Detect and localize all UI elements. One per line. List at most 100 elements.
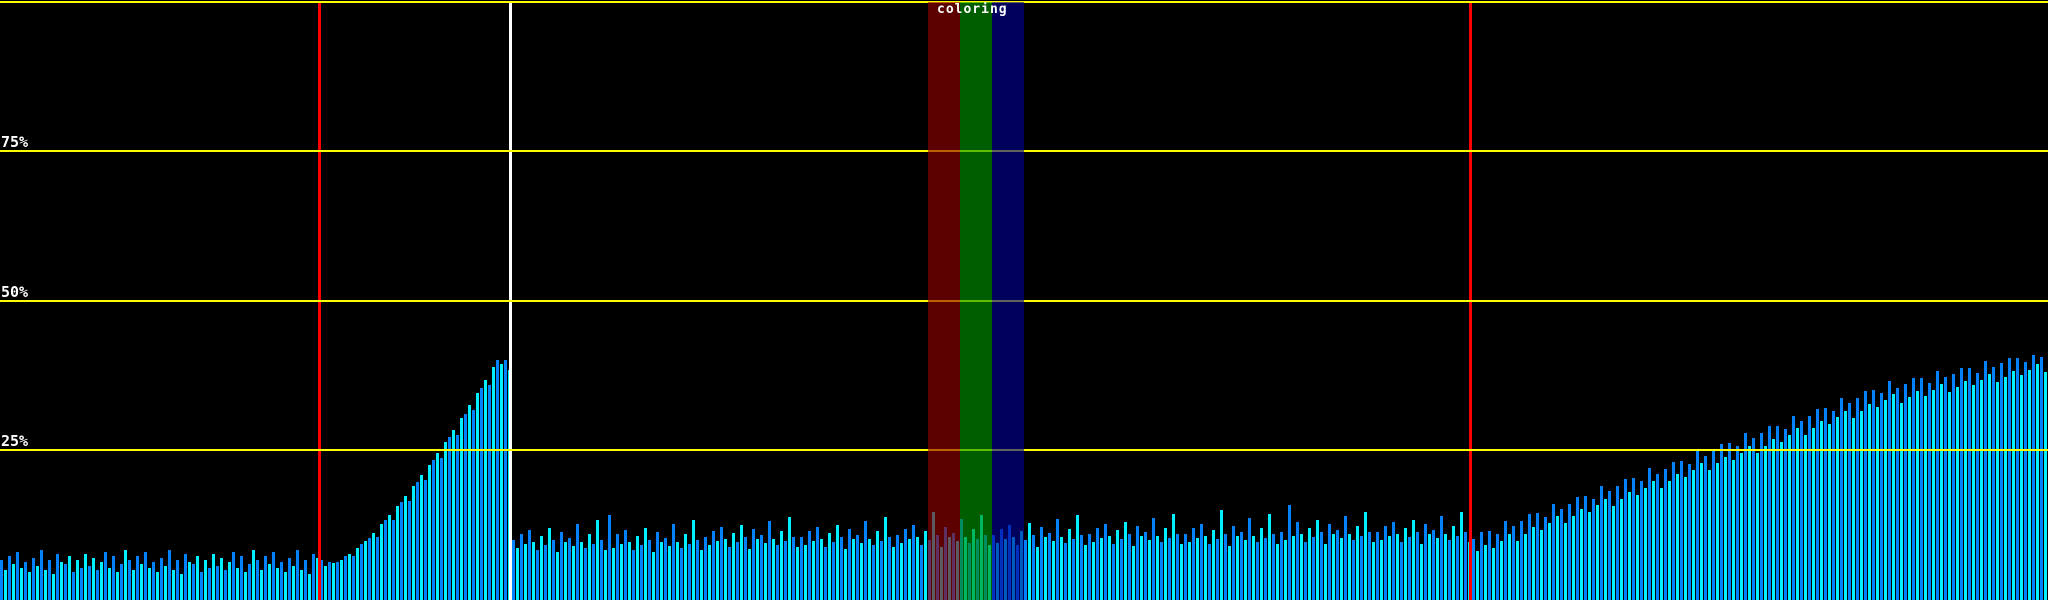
histogram-bar (1416, 532, 1419, 600)
histogram-bar (1700, 463, 1703, 600)
histogram-bar (796, 547, 799, 600)
histogram-bar (1772, 439, 1775, 600)
histogram-bar (1176, 534, 1179, 600)
histogram-bar (1612, 506, 1615, 600)
histogram-bar (1572, 516, 1575, 600)
histogram-bar (1196, 538, 1199, 600)
histogram-bar (308, 574, 311, 600)
histogram-bar (56, 554, 59, 600)
histogram-bar (1184, 534, 1187, 600)
histogram-bar (668, 546, 671, 600)
histogram-bar (736, 542, 739, 600)
histogram-bar (1892, 394, 1895, 600)
histogram-bar (1876, 407, 1879, 600)
histogram-bar (2024, 362, 2027, 600)
histogram-bar (72, 572, 75, 600)
histogram-bar (1980, 380, 1983, 600)
histogram-bar (260, 570, 263, 600)
histogram-bar (812, 541, 815, 600)
histogram-bar (192, 564, 195, 600)
histogram-bar (1320, 532, 1323, 600)
histogram-bar (1456, 536, 1459, 600)
histogram-bar (576, 524, 579, 600)
histogram-bar (352, 556, 355, 600)
histogram-bar (892, 547, 895, 600)
histogram-bar (1836, 417, 1839, 600)
histogram-bar (1412, 520, 1415, 600)
histogram-bar (568, 538, 571, 600)
histogram-bar (148, 568, 151, 600)
histogram-bar (1940, 384, 1943, 600)
histogram-bar (480, 388, 483, 600)
histogram-bar (760, 535, 763, 600)
histogram-bar (1484, 545, 1487, 600)
histogram-bar (772, 539, 775, 600)
histogram-bar (724, 539, 727, 600)
histogram-bar (780, 531, 783, 600)
histogram-bar (1052, 541, 1055, 600)
y-axis-label-25: 25% (1, 432, 29, 450)
histogram-bar (1832, 411, 1835, 600)
histogram-bar (1688, 464, 1691, 600)
histogram-bar (1656, 474, 1659, 600)
histogram-bar (684, 534, 687, 600)
histogram-bar (1188, 542, 1191, 600)
histogram-bar (732, 533, 735, 600)
histogram-bar (80, 568, 83, 600)
histogram-bar (804, 545, 807, 600)
histogram-bar (1316, 520, 1319, 600)
histogram-bar (1972, 385, 1975, 600)
histogram-bar (456, 435, 459, 600)
histogram-bar (2012, 371, 2015, 600)
histogram-bar (292, 566, 295, 600)
histogram-bar (1804, 435, 1807, 600)
histogram-bar (1524, 534, 1527, 600)
histogram-bar (1600, 486, 1603, 600)
histogram-bar (1508, 534, 1511, 600)
histogram-bar (1808, 416, 1811, 600)
histogram-bar (1796, 428, 1799, 600)
histogram-bar (1080, 535, 1083, 600)
histogram-bar (1912, 378, 1915, 600)
histogram-bar (556, 552, 559, 600)
histogram-bar (1544, 517, 1547, 600)
histogram-bar (368, 538, 371, 600)
histogram-bar (560, 532, 563, 600)
histogram-bar (1368, 532, 1371, 600)
histogram-bar (1608, 491, 1611, 600)
histogram-bar (228, 562, 231, 600)
histogram-bar (696, 540, 699, 600)
histogram-bar (916, 537, 919, 600)
histogram-bar (824, 547, 827, 600)
histogram-bar (128, 560, 131, 600)
histogram-bar (412, 486, 415, 600)
coloring-band-label: coloring (937, 2, 1008, 17)
histogram-bar (652, 552, 655, 600)
histogram-bar (628, 542, 631, 600)
histogram-bar (1560, 509, 1563, 600)
histogram-bar (1956, 387, 1959, 600)
histogram-bar (1364, 512, 1367, 600)
histogram-bar (1284, 540, 1287, 600)
histogram-bar (348, 554, 351, 600)
histogram-bar (744, 537, 747, 600)
histogram-bar (836, 525, 839, 600)
histogram-bar (1788, 435, 1791, 600)
histogram-bar (1220, 510, 1223, 600)
histogram-bar (1536, 513, 1539, 600)
histogram-bar (1032, 535, 1035, 600)
histogram-bar (204, 560, 207, 600)
histogram-bar (1952, 374, 1955, 600)
histogram-bar (1392, 522, 1395, 600)
histogram-bar (1260, 528, 1263, 600)
histogram-bar (1584, 496, 1587, 600)
histogram-bar (200, 572, 203, 600)
histogram-bar (1328, 524, 1331, 600)
histogram-bar (1748, 446, 1751, 600)
histogram-bar (544, 545, 547, 600)
histogram-bar (444, 442, 447, 600)
histogram-bar (1568, 504, 1571, 600)
histogram-bar (488, 385, 491, 600)
histogram-bar (1896, 388, 1899, 600)
histogram-bar (1340, 538, 1343, 600)
